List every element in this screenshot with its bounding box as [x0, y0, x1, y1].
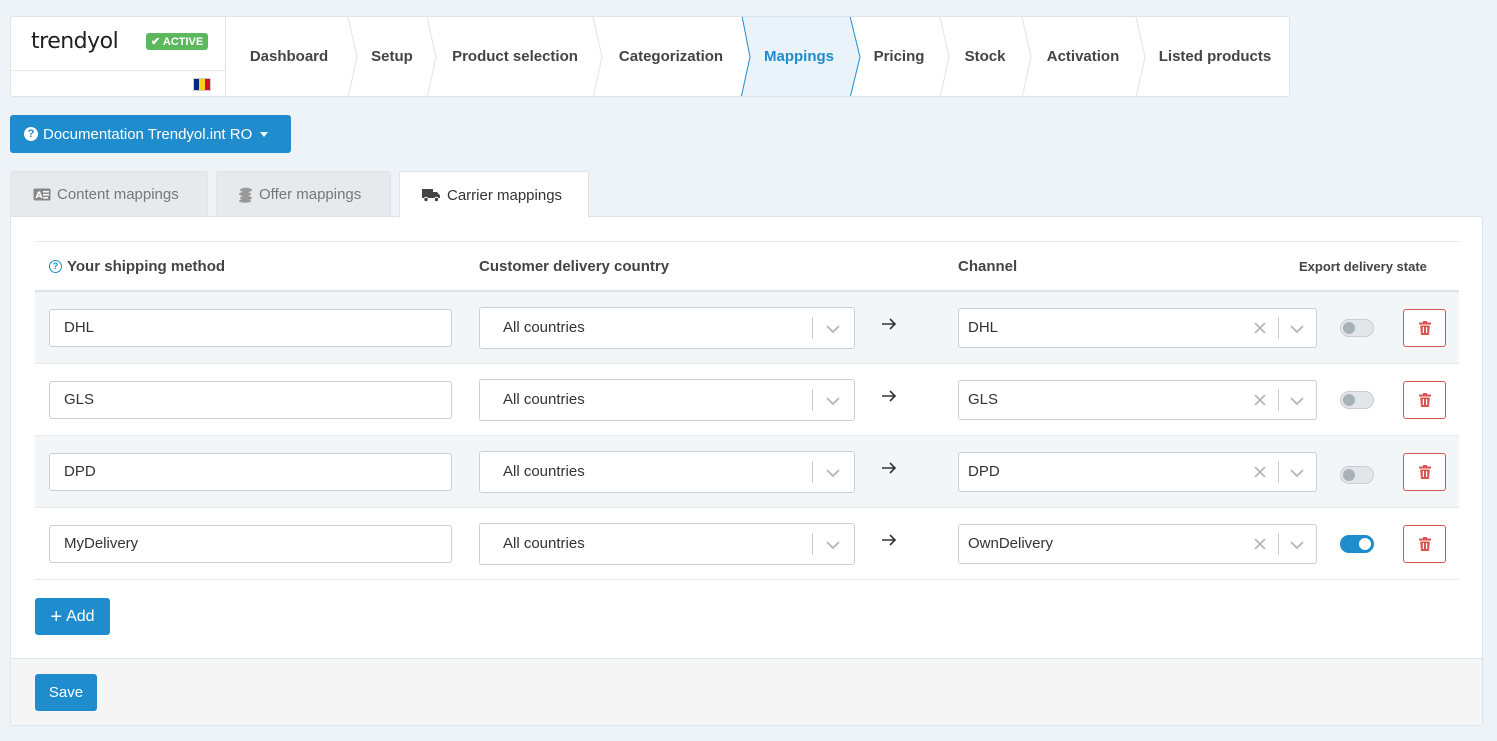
channel-select-value: GLS — [968, 391, 999, 408]
tab-carrier-mappings-label: Carrier mappings — [447, 186, 563, 204]
country-select[interactable]: All countries — [479, 307, 855, 349]
table-row: DPD All countries DPD — [35, 436, 1459, 508]
add-button[interactable]: + Add — [35, 598, 110, 635]
export-delivery-toggle[interactable] — [1340, 391, 1374, 409]
coins-icon — [239, 187, 253, 203]
channel-select[interactable]: DPD — [958, 452, 1317, 492]
step-stock[interactable]: Stock — [944, 17, 1026, 96]
clear-icon[interactable] — [1253, 393, 1267, 407]
caret-down-icon — [260, 131, 269, 137]
brand-header: trendyol ✔ ACTIVE — [11, 17, 225, 71]
truck-icon — [422, 188, 441, 202]
shipping-method-input[interactable]: GLS — [49, 381, 452, 419]
channel-select-value: OwnDelivery — [968, 535, 1054, 552]
documentation-button-label: Documentation Trendyol.int RO — [43, 125, 253, 143]
header-shipping-method: ? Your shipping method — [49, 242, 225, 291]
plus-icon: + — [50, 605, 63, 628]
step-pricing[interactable]: Pricing — [854, 17, 944, 96]
check-icon: ✔ — [151, 36, 161, 48]
id-card-icon: A — [33, 188, 51, 201]
arrow-right-icon — [882, 318, 897, 330]
export-delivery-toggle[interactable] — [1340, 535, 1374, 553]
shipping-method-input[interactable]: DPD — [49, 453, 452, 491]
country-select-value: All countries — [503, 391, 585, 408]
tab-offer-mappings[interactable]: Offer mappings — [216, 171, 391, 217]
export-delivery-toggle[interactable] — [1340, 319, 1374, 337]
help-icon[interactable]: ? — [49, 259, 62, 273]
arrow-right-icon — [882, 390, 897, 402]
header-delivery-country: Customer delivery country — [479, 258, 670, 275]
country-select[interactable]: All countries — [479, 451, 855, 493]
save-button[interactable]: Save — [35, 674, 97, 711]
arrow-right-icon — [882, 534, 897, 546]
trash-icon — [1418, 537, 1431, 551]
step-product-selection[interactable]: Product selection — [432, 17, 598, 96]
question-circle-icon: ? — [24, 127, 38, 141]
chevron-down-icon — [826, 325, 840, 334]
table-row: GLS All countries GLS — [35, 364, 1459, 436]
trendyol-logo: trendyol — [31, 29, 119, 54]
channel-select[interactable]: GLS — [958, 380, 1317, 420]
export-delivery-toggle[interactable] — [1340, 466, 1374, 484]
step-setup[interactable]: Setup — [352, 17, 432, 96]
arrow-right-icon — [882, 462, 897, 474]
chevron-down-icon — [1290, 541, 1304, 550]
table-row: DHL All countries DHL — [35, 292, 1459, 364]
shipping-method-input[interactable]: DHL — [49, 309, 452, 347]
tab-carrier-mappings[interactable]: Carrier mappings — [399, 171, 589, 218]
step-navigation: Dashboard Setup Product selection Catego… — [225, 16, 1290, 97]
status-badge-label: ACTIVE — [162, 36, 204, 48]
country-select-value: All countries — [503, 319, 585, 336]
header-channel: Channel — [958, 258, 1018, 275]
step-dashboard[interactable]: Dashboard — [226, 17, 352, 96]
step-listed-products[interactable]: Listed products — [1140, 17, 1289, 96]
step-categorization[interactable]: Categorization — [598, 17, 744, 96]
trash-icon — [1418, 393, 1431, 407]
country-select-value: All countries — [503, 535, 585, 552]
country-select-value: All countries — [503, 463, 585, 480]
carrier-mappings-panel: ? Your shipping method Customer delivery … — [10, 216, 1483, 726]
delete-button[interactable] — [1403, 453, 1446, 491]
panel-footer — [11, 658, 1482, 725]
chevron-down-icon — [1290, 397, 1304, 406]
add-button-label: Add — [66, 607, 95, 625]
delete-button[interactable] — [1403, 525, 1446, 563]
step-mappings[interactable]: Mappings — [744, 17, 854, 96]
channel-select[interactable]: OwnDelivery — [958, 524, 1317, 564]
tab-offer-mappings-label: Offer mappings — [259, 186, 362, 203]
shipping-method-input[interactable]: MyDelivery — [49, 525, 452, 563]
chevron-down-icon — [826, 397, 840, 406]
table-header: ? Your shipping method Customer delivery … — [35, 241, 1459, 292]
step-activation[interactable]: Activation — [1026, 17, 1140, 96]
channel-select[interactable]: DHL — [958, 308, 1317, 348]
chevron-down-icon — [826, 541, 840, 550]
chevron-down-icon — [1290, 325, 1304, 334]
header-shipping-method-label: Your shipping method — [67, 258, 226, 275]
documentation-button[interactable]: ? Documentation Trendyol.int RO — [10, 115, 291, 153]
delete-button[interactable] — [1403, 381, 1446, 419]
clear-icon[interactable] — [1253, 321, 1267, 335]
svg-text:A: A — [36, 191, 43, 201]
table-row: MyDelivery All countries OwnDelivery — [35, 508, 1459, 580]
country-select[interactable]: All countries — [479, 379, 855, 421]
delete-button[interactable] — [1403, 309, 1446, 347]
country-select[interactable]: All countries — [479, 523, 855, 565]
trash-icon — [1418, 465, 1431, 479]
clear-icon[interactable] — [1253, 465, 1267, 479]
channel-select-value: DPD — [968, 463, 1000, 480]
header-export-delivery-state: Export delivery state — [1299, 259, 1427, 274]
tab-content-mappings-label: Content mappings — [57, 186, 179, 203]
chevron-down-icon — [826, 469, 840, 478]
romania-flag-icon — [193, 78, 211, 91]
tab-content-mappings[interactable]: A Content mappings — [10, 171, 208, 217]
brand-box: trendyol ✔ ACTIVE — [10, 16, 225, 97]
channel-select-value: DHL — [968, 319, 999, 336]
status-badge: ✔ ACTIVE — [146, 33, 209, 50]
clear-icon[interactable] — [1253, 537, 1267, 551]
chevron-down-icon — [1290, 469, 1304, 478]
trash-icon — [1418, 321, 1431, 335]
